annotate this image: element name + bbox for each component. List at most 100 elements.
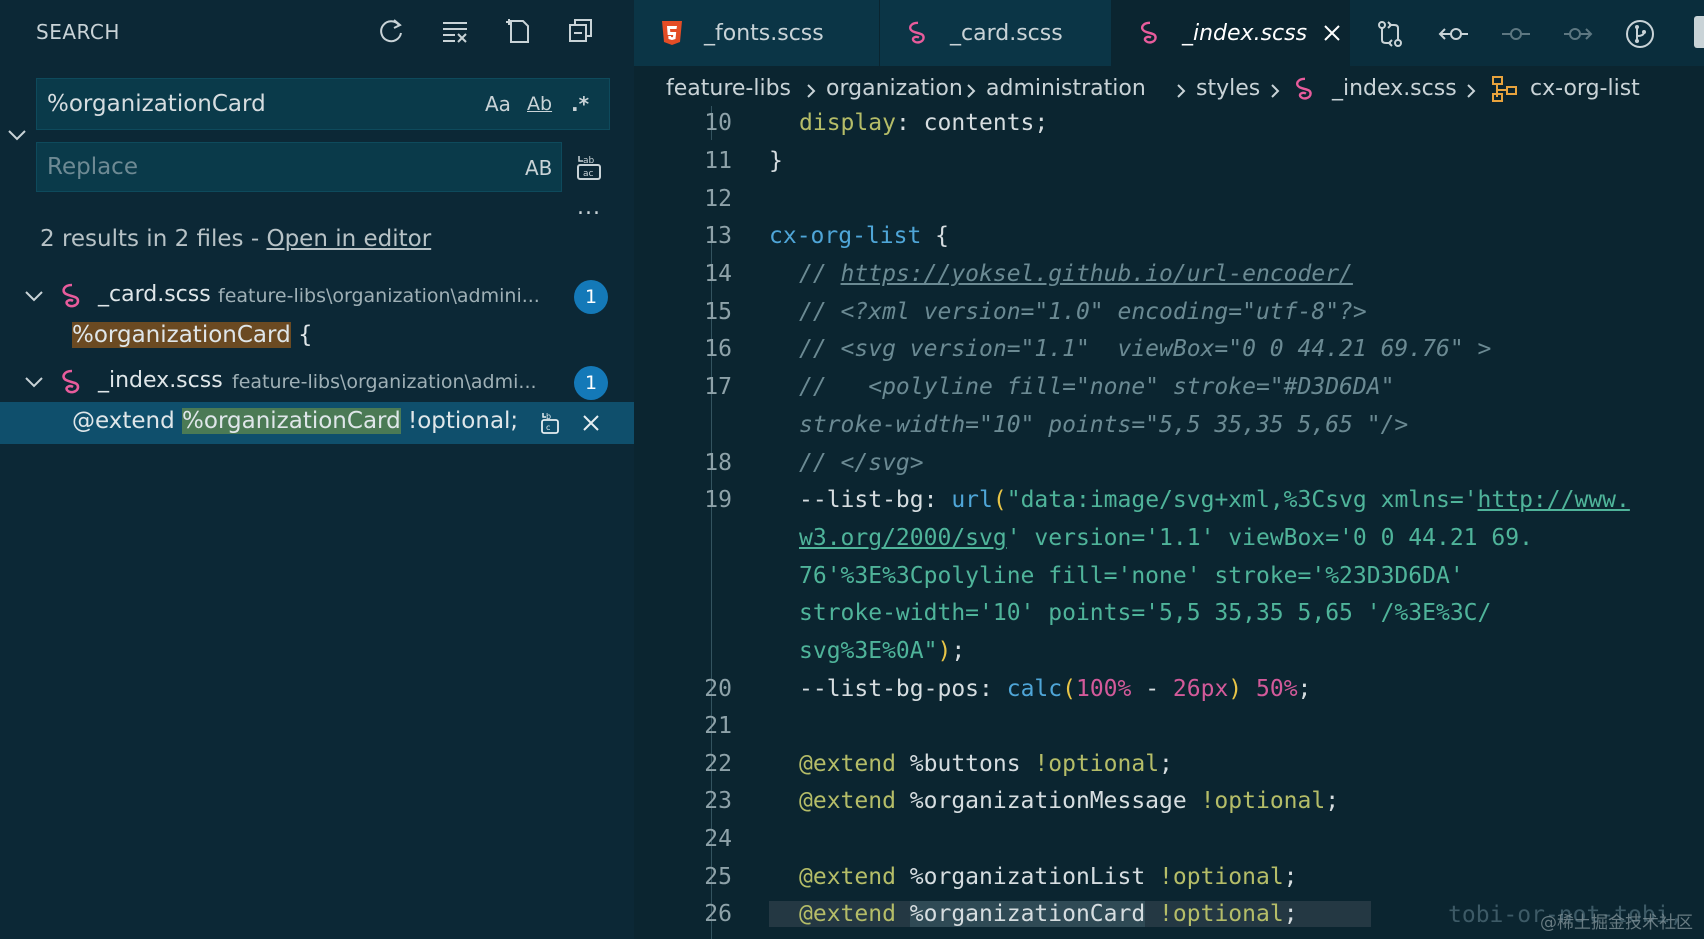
paren: ( — [992, 487, 1007, 513]
code-line: // </svg> — [799, 450, 924, 476]
paren: ) — [937, 638, 952, 664]
line-number: 14 — [704, 261, 732, 287]
flag: !optional — [1145, 901, 1284, 927]
replace-field: AB — [36, 142, 562, 192]
clear-results-button[interactable] — [436, 12, 474, 50]
sass-icon — [62, 369, 80, 394]
html5-icon — [658, 19, 686, 47]
chevron-down-icon — [25, 377, 43, 388]
breadcrumb-item[interactable]: _index.scss — [1332, 76, 1457, 101]
code-text: ; — [1325, 788, 1340, 814]
match-case-toggle[interactable]: Aa — [485, 89, 511, 119]
code-line: // <?xml version="1.0" encoding="utf-8"?… — [799, 299, 1367, 325]
match-text: @extend %organizationCard !optional; — [72, 408, 518, 434]
tab-card-scss[interactable]: _card.scss — [880, 0, 1112, 66]
previous-change-button[interactable] — [1434, 14, 1474, 54]
collapse-all-button[interactable] — [562, 12, 600, 50]
breadcrumb-item[interactable]: feature-libs — [666, 76, 791, 101]
css-variable: --list-bg — [799, 487, 924, 513]
match-context-after: !optional; — [400, 408, 519, 434]
git-graph-button[interactable] — [1620, 14, 1660, 54]
match-whole-word-toggle[interactable]: Ab — [527, 89, 552, 119]
line-number: 26 — [704, 901, 732, 927]
result-file-name: _card.scss — [98, 282, 211, 307]
sass-icon — [1295, 77, 1312, 100]
next-change-button[interactable] — [1558, 14, 1598, 54]
flag: !optional — [1200, 788, 1326, 814]
code-line: @extend %organizationList !optional; — [799, 864, 1298, 890]
code-line: // <svg version="1.1" viewBox="0 0 44.21… — [799, 336, 1492, 362]
line-number: 16 — [704, 336, 732, 362]
open-in-editor-link[interactable]: Open in editor — [266, 226, 431, 252]
code-text: ; — [1297, 676, 1312, 702]
tab-fonts-scss[interactable]: _fonts.scss — [634, 0, 880, 66]
breadcrumb-item[interactable]: styles — [1196, 76, 1260, 101]
code-text: ; — [951, 638, 966, 664]
placeholder-selector: %organizationMessage — [895, 788, 1201, 814]
svg-text:c: c — [546, 423, 550, 432]
close-icon — [1324, 25, 1340, 41]
line-number: 20 — [704, 676, 732, 702]
comment-link[interactable]: https://yoksel.github.io/url-encoder/ — [841, 261, 1353, 287]
number: 100% — [1075, 676, 1132, 702]
current-change-button[interactable] — [1496, 14, 1536, 54]
replace-all-button[interactable]: ab ac — [570, 148, 608, 186]
code-line: @extend %buttons !optional; — [799, 751, 1173, 777]
line-number: 21 — [704, 713, 732, 739]
editor-area: _fonts.scss _card.scss _index.scss featu… — [634, 0, 1704, 939]
new-search-editor-button[interactable] — [500, 12, 538, 50]
string-link[interactable]: http://www. — [1478, 487, 1630, 513]
breadcrumb-item[interactable]: organization — [826, 76, 963, 101]
use-regex-toggle[interactable]: .* — [571, 89, 589, 119]
result-file-index[interactable]: _index.scss feature-libs\organization\ad… — [0, 362, 634, 402]
toggle-search-details-button[interactable]: ... — [572, 195, 606, 220]
placeholder-selector: %buttons — [895, 751, 1035, 777]
result-file-card[interactable]: _card.scss feature-libs\organization\adm… — [0, 276, 634, 316]
chevron-right-icon — [1467, 84, 1476, 98]
result-count-badge: 1 — [574, 366, 608, 400]
replace-input[interactable] — [47, 143, 467, 191]
code-line-wrap: stroke-width='10' points='5,5 35,35 5,65… — [799, 600, 1492, 626]
code-editor[interactable]: 10 11 12 13 14 15 16 17 18 19 20 21 22 2… — [634, 106, 1704, 939]
search-sidebar: SEARCH Aa Ab .* AB ab ac ... 2 results in… — [0, 0, 634, 939]
paren: ) — [1228, 676, 1243, 702]
line-number: 13 — [704, 223, 732, 249]
result-file-path: feature-libs\organization\admi... — [232, 371, 537, 393]
new-search-editor-icon — [506, 19, 529, 43]
line-number: 19 — [704, 487, 732, 513]
breadcrumb-item[interactable]: cx-org-list — [1530, 76, 1640, 101]
string-link[interactable]: w3.org/2000/svg — [799, 525, 1007, 551]
open-changes-button[interactable] — [1370, 14, 1410, 54]
tab-index-scss[interactable]: _index.scss — [1112, 0, 1350, 66]
line-number: 24 — [704, 826, 732, 852]
search-field: Aa Ab .* — [36, 78, 610, 130]
sass-icon — [62, 283, 80, 308]
results-summary: 2 results in 2 files - Open in editor — [40, 226, 431, 252]
code-line: @extend %organizationMessage !optional; — [799, 788, 1339, 814]
tab-label: _card.scss — [950, 20, 1063, 46]
code-line-wrap: svg%3E%0A"); — [799, 638, 965, 664]
replace-match-button[interactable]: bc — [536, 408, 566, 438]
code-line-wrap: 76'%3E%3Cpolyline fill='none' stroke='%2… — [799, 563, 1464, 589]
result-match-line[interactable]: %organizationCard { — [0, 316, 634, 358]
line-number: 12 — [704, 186, 732, 212]
search-input[interactable] — [47, 79, 467, 129]
dismiss-match-button[interactable] — [576, 408, 606, 438]
refresh-button[interactable] — [372, 12, 410, 50]
string: svg%3E%0A" — [799, 638, 938, 664]
tab-label: _index.scss — [1182, 20, 1308, 46]
css-variable: --list-bg-pos — [799, 676, 980, 702]
breadcrumb-item[interactable]: administration — [986, 76, 1146, 101]
tab-close-button[interactable] — [1319, 20, 1345, 46]
at-rule: @extend — [799, 751, 896, 777]
svg-text:ac: ac — [583, 169, 594, 179]
replace-all-icon: ab ac — [577, 156, 601, 180]
result-match-line[interactable]: @extend %organizationCard !optional; bc — [0, 402, 634, 444]
preserve-case-toggle[interactable]: AB — [525, 153, 552, 183]
toggle-replace-button[interactable] — [4, 122, 30, 148]
string: "data:image/svg+xml,%3Csvg xmlns=' — [1006, 487, 1478, 513]
code-line: } — [769, 148, 783, 174]
code-line-wrap: stroke-width="10" points="5,5 35,35 5,65… — [799, 412, 1409, 438]
code-text: : contents; — [895, 110, 1049, 136]
